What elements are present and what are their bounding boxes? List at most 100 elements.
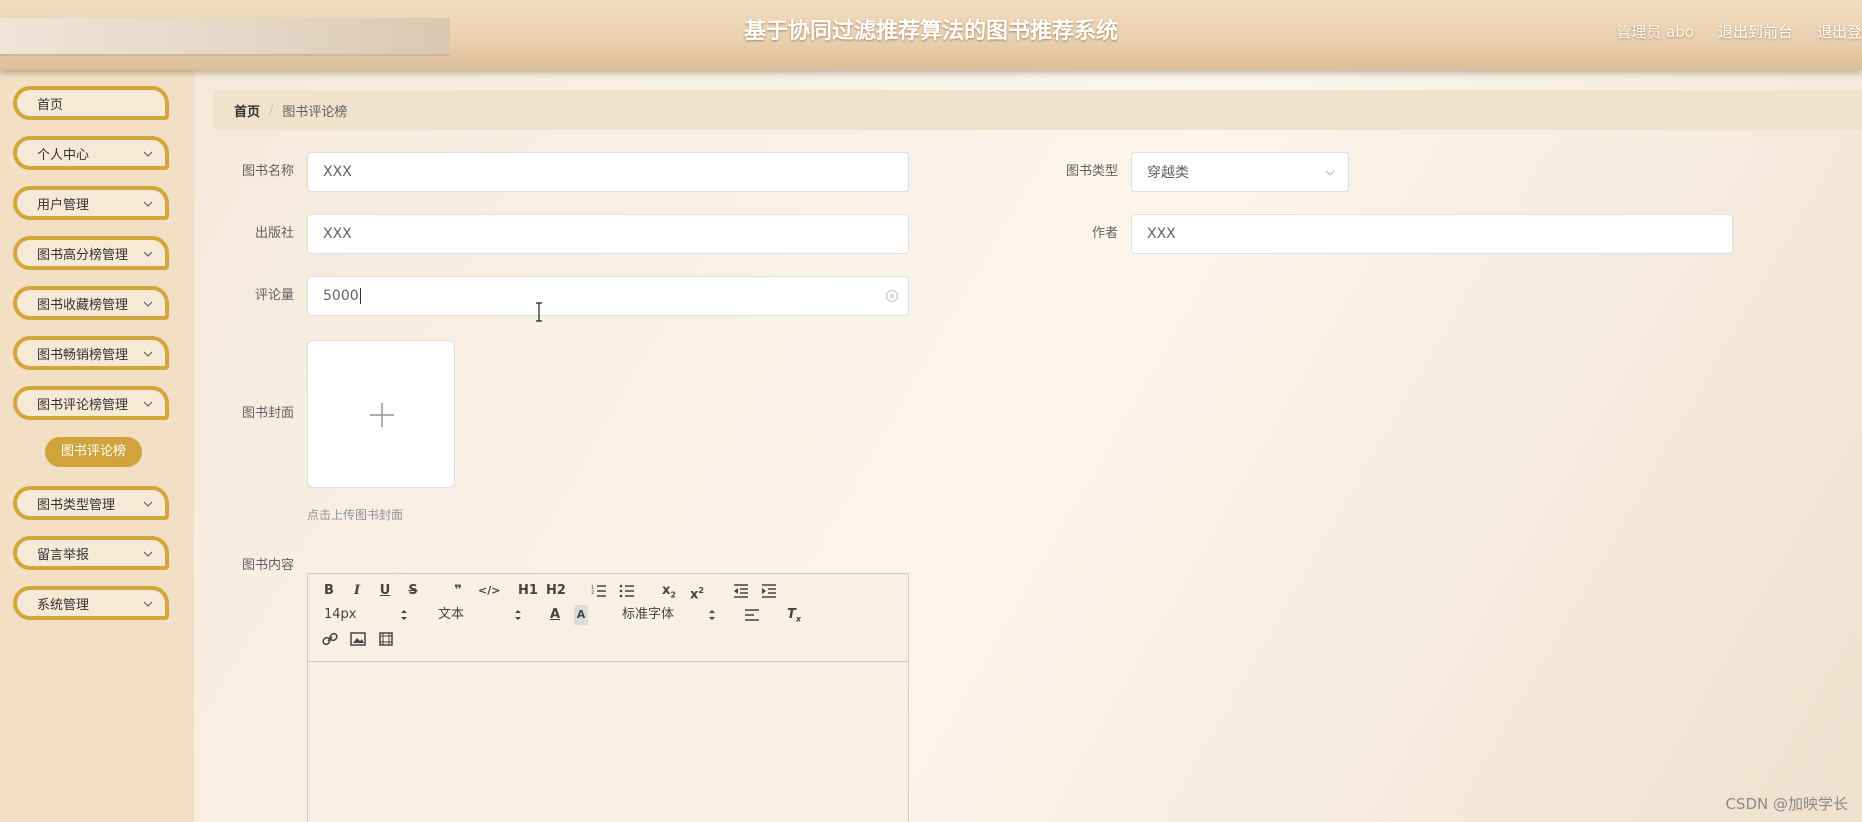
sidebar-item-system[interactable]: 系统管理 bbox=[13, 586, 169, 620]
top-header: 基于协同过滤推荐算法的图书推荐系统 管理员 abo 退出到前台 退出登 bbox=[0, 0, 1862, 70]
chevron-down-icon bbox=[143, 151, 153, 157]
font-size-value: 14px bbox=[324, 607, 357, 622]
app-title: 基于协同过滤推荐算法的图书推荐系统 bbox=[743, 19, 1118, 44]
chevron-down-icon bbox=[1325, 170, 1335, 176]
sidebar-item-label: 图书类型管理 bbox=[37, 497, 116, 513]
bold-icon[interactable]: B bbox=[322, 581, 336, 601]
sidebar-item-messages[interactable]: 留言举报 bbox=[13, 536, 169, 570]
italic-icon[interactable]: I bbox=[350, 581, 364, 601]
header-select[interactable]: 文本 bbox=[438, 605, 522, 625]
content-label: 图书内容 bbox=[241, 558, 294, 573]
sidebar-item-label: 图书收藏榜管理 bbox=[37, 297, 129, 313]
chevron-down-icon bbox=[143, 251, 153, 257]
indent-icon[interactable] bbox=[761, 584, 777, 598]
author-value: XXX bbox=[1147, 226, 1176, 242]
publisher-value: XXX bbox=[323, 226, 352, 242]
sidebar-subitem-comment-rank[interactable]: 图书评论榜 bbox=[45, 437, 142, 467]
font-size-select[interactable]: 14px bbox=[324, 605, 408, 625]
ordered-list-icon[interactable]: 12 bbox=[591, 584, 607, 598]
header-select-value: 文本 bbox=[438, 607, 465, 622]
chevron-down-icon bbox=[143, 201, 153, 207]
updown-arrows-icon bbox=[709, 610, 715, 620]
chevron-down-icon bbox=[143, 401, 153, 407]
underline-icon[interactable]: U bbox=[378, 581, 392, 601]
editor-content-area[interactable] bbox=[308, 662, 908, 822]
book-type-select[interactable]: 穿越类 bbox=[1131, 152, 1349, 192]
subscript-icon[interactable]: x2 bbox=[660, 581, 678, 601]
clear-format-icon[interactable]: Tx bbox=[786, 605, 802, 625]
clear-icon[interactable] bbox=[885, 289, 899, 303]
sidebar-item-label: 系统管理 bbox=[37, 597, 90, 613]
sidebar-item-high-score[interactable]: 图书高分榜管理 bbox=[13, 236, 169, 270]
sidebar-item-bestseller[interactable]: 图书畅销榜管理 bbox=[13, 336, 169, 370]
mouse-ibeam-cursor bbox=[536, 302, 542, 322]
updown-arrows-icon bbox=[515, 610, 521, 620]
comments-input[interactable]: 5000 bbox=[307, 276, 909, 316]
comments-value: 5000 bbox=[323, 288, 359, 304]
book-name-input[interactable]: XXX bbox=[307, 152, 909, 192]
sidebar-item-book-types[interactable]: 图书类型管理 bbox=[13, 486, 169, 520]
editor-toolbar: B I U S ❞ </> H1 H2 12 x2 x2 14px 文本 A A… bbox=[308, 574, 908, 662]
cover-uploader[interactable] bbox=[307, 340, 455, 488]
sidebar-item-favorites[interactable]: 图书收藏榜管理 bbox=[13, 286, 169, 320]
cover-upload-tip: 点击上传图书封面 bbox=[307, 508, 404, 522]
image-icon[interactable] bbox=[350, 632, 366, 646]
publisher-label: 出版社 bbox=[254, 226, 294, 241]
font-family-select[interactable]: 标准字体 bbox=[622, 605, 716, 625]
author-label: 作者 bbox=[1091, 226, 1118, 241]
header-menu: 管理员 abo 退出到前台 退出登 bbox=[1592, 18, 1862, 46]
breadcrumb-current: 图书评论榜 bbox=[282, 104, 348, 120]
publisher-input[interactable]: XXX bbox=[307, 214, 909, 254]
font-color-icon[interactable]: A bbox=[548, 605, 562, 625]
superscript-icon[interactable]: x2 bbox=[688, 581, 706, 602]
sidebar-item-label: 图书评论榜管理 bbox=[37, 397, 129, 413]
sidebar-item-label: 首页 bbox=[37, 97, 64, 113]
watermark: CSDN @加映学长 bbox=[1725, 795, 1848, 813]
outdent-icon[interactable] bbox=[733, 584, 749, 598]
link-icon[interactable] bbox=[322, 632, 338, 646]
chevron-down-icon bbox=[143, 351, 153, 357]
plus-icon bbox=[370, 403, 394, 427]
admin-name: 管理员 abo bbox=[1616, 23, 1694, 41]
svg-text:2: 2 bbox=[591, 590, 594, 596]
header-2-button[interactable]: H2 bbox=[546, 581, 566, 601]
chevron-down-icon bbox=[143, 501, 153, 507]
sidebar-item-user-management[interactable]: 用户管理 bbox=[13, 186, 169, 220]
sidebar-item-label: 留言举报 bbox=[37, 547, 90, 563]
comments-label: 评论量 bbox=[254, 288, 294, 303]
text-caret bbox=[359, 288, 361, 304]
video-icon[interactable] bbox=[378, 632, 394, 646]
author-input[interactable]: XXX bbox=[1131, 214, 1733, 254]
bullet-list-icon[interactable] bbox=[619, 584, 635, 598]
code-block-icon[interactable]: </> bbox=[478, 581, 500, 601]
sidebar: 首页 个人中心 用户管理 图书高分榜管理 图书收藏榜管理 图书畅销榜管理 图书评… bbox=[0, 70, 194, 822]
sidebar-item-label: 图书畅销榜管理 bbox=[37, 347, 129, 363]
breadcrumb-separator: / bbox=[269, 102, 274, 118]
breadcrumb: 首页 / 图书评论榜 bbox=[214, 90, 1862, 130]
exit-front-link[interactable]: 退出到前台 bbox=[1718, 18, 1793, 46]
cover-label: 图书封面 bbox=[241, 406, 294, 421]
book-type-label: 图书类型 bbox=[1065, 164, 1118, 179]
background-color-icon[interactable]: A bbox=[574, 605, 588, 625]
rich-text-editor: B I U S ❞ </> H1 H2 12 x2 x2 14px 文本 A A… bbox=[307, 573, 909, 822]
strikethrough-icon[interactable]: S bbox=[406, 581, 420, 601]
sidebar-item-comments[interactable]: 图书评论榜管理 bbox=[13, 386, 169, 420]
blockquote-icon[interactable]: ❞ bbox=[450, 581, 466, 601]
updown-arrows-icon bbox=[401, 610, 407, 620]
sidebar-item-personal-center[interactable]: 个人中心 bbox=[13, 136, 169, 170]
chevron-down-icon bbox=[143, 301, 153, 307]
breadcrumb-home[interactable]: 首页 bbox=[234, 101, 260, 120]
chevron-down-icon bbox=[143, 601, 153, 607]
sidebar-item-label: 个人中心 bbox=[37, 147, 90, 163]
sidebar-item-label: 图书高分榜管理 bbox=[37, 247, 129, 263]
sidebar-item-home[interactable]: 首页 bbox=[13, 86, 169, 120]
book-name-value: XXX bbox=[323, 164, 352, 180]
chevron-down-icon bbox=[143, 551, 153, 557]
book-name-label: 图书名称 bbox=[241, 164, 294, 179]
font-family-value: 标准字体 bbox=[622, 607, 675, 622]
main-content: 首页 / 图书评论榜 图书名称 XXX 图书类型 穿越类 出版社 XXX 作者 … bbox=[194, 70, 1862, 822]
align-icon[interactable] bbox=[744, 608, 760, 622]
sidebar-item-label: 用户管理 bbox=[37, 197, 90, 213]
header-1-button[interactable]: H1 bbox=[518, 581, 538, 601]
logout-link[interactable]: 退出登 bbox=[1817, 18, 1862, 46]
